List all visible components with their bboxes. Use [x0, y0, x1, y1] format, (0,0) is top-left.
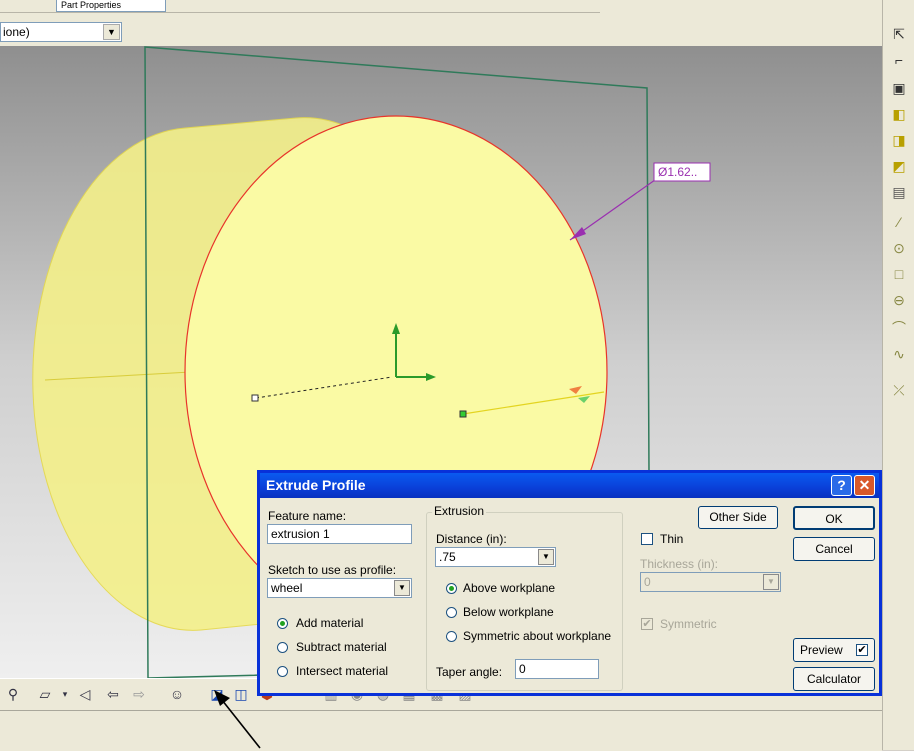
thickness-input[interactable]: 0 ▼ — [640, 572, 781, 592]
thickness-value: 0 — [644, 575, 651, 589]
filter-combo-value: ione) — [3, 25, 30, 39]
back-icon[interactable]: ◁ — [76, 685, 94, 703]
feature-name-input[interactable]: extrusion 1 — [267, 524, 412, 544]
calculator-button[interactable]: Calculator — [793, 667, 875, 691]
top-toolbar: Part Properties ione) ▼ — [0, 0, 882, 47]
thickness-label: Thickness (in): — [640, 557, 719, 571]
arc-icon[interactable]: ⌒ — [889, 318, 909, 338]
zoom-icon[interactable]: ⚲ — [4, 685, 22, 703]
rectangle-icon[interactable]: □ — [889, 264, 909, 284]
view-dropdown-icon[interactable]: ▾ — [56, 685, 74, 703]
sketch-toolbar: ⇱ ⌐ ▣ ◧ ◨ ◩ ▤ ⁄ ⊙ □ ⊖ ⌒ ∿ ⤫ — [882, 0, 914, 750]
taper-angle-label: Taper angle: — [436, 665, 503, 679]
other-side-button[interactable]: Other Side — [698, 506, 778, 529]
add-material-label[interactable]: Add material — [296, 616, 363, 630]
symmetric-workplane-label[interactable]: Symmetric about workplane — [463, 629, 611, 643]
extrude-icon[interactable]: ◧ — [889, 104, 909, 124]
preview-button[interactable]: Preview ✔ — [793, 638, 875, 662]
dialog-title: Extrude Profile — [260, 473, 879, 498]
back-arrow-icon[interactable]: ⇦ — [104, 685, 122, 703]
revolve-icon[interactable]: ◨ — [889, 130, 909, 150]
preview-label: Preview — [800, 643, 843, 657]
line-icon[interactable]: ⁄ — [889, 212, 909, 232]
subtract-material-radio[interactable] — [277, 642, 288, 653]
ellipse-icon[interactable]: ⊖ — [889, 290, 909, 310]
taper-angle-input[interactable]: 0 — [515, 659, 599, 679]
above-workplane-radio[interactable] — [446, 583, 457, 594]
sketch-icon[interactable]: ⌐ — [889, 50, 909, 70]
intersect-material-label[interactable]: Intersect material — [296, 664, 388, 678]
close-button[interactable]: ✕ — [854, 475, 875, 496]
part-properties-field[interactable]: Part Properties — [56, 0, 166, 12]
sketch-profile-select[interactable]: wheel ▼ — [267, 578, 412, 598]
symmetric-label: Symmetric — [660, 617, 717, 631]
select-icon[interactable]: ⇱ — [889, 24, 909, 44]
sketch-profile-value: wheel — [271, 581, 303, 595]
filter-combo[interactable]: ione) ▼ — [0, 22, 122, 42]
chevron-down-icon[interactable]: ▼ — [538, 549, 554, 565]
extrude-profile-dialog: Extrude Profile ? ✕ Feature name: extrus… — [257, 470, 882, 696]
thin-label[interactable]: Thin — [660, 532, 683, 546]
symmetric-checkbox[interactable]: ✔ — [641, 618, 653, 630]
symmetric-workplane-radio[interactable] — [446, 631, 457, 642]
circle-icon[interactable]: ⊙ — [889, 238, 909, 258]
chevron-down-icon[interactable]: ▼ — [103, 24, 120, 40]
workplane-icon[interactable]: ▣ — [889, 78, 909, 98]
subtract-material-label[interactable]: Subtract material — [296, 640, 387, 654]
below-workplane-label[interactable]: Below workplane — [463, 605, 554, 619]
distance-label: Distance (in): — [436, 532, 507, 546]
extrusion-group-title: Extrusion — [432, 504, 487, 518]
ok-button[interactable]: OK — [793, 506, 875, 530]
loft-icon[interactable]: ▤ — [889, 182, 909, 202]
smiley-icon[interactable]: ☺ — [168, 685, 186, 703]
below-workplane-radio[interactable] — [446, 607, 457, 618]
preview-checkbox[interactable]: ✔ — [856, 644, 868, 656]
sweep-icon[interactable]: ◩ — [889, 156, 909, 176]
status-bar — [0, 710, 882, 751]
feature-name-label: Feature name: — [268, 509, 347, 523]
workplane-tool-icon[interactable]: ⏥ — [36, 685, 54, 703]
chevron-down-icon[interactable]: ▼ — [763, 574, 779, 590]
trim-icon[interactable]: ⤫ — [889, 380, 909, 400]
distance-input[interactable]: .75 ▼ — [435, 547, 556, 567]
cancel-button[interactable]: Cancel — [793, 537, 875, 561]
help-button[interactable]: ? — [831, 475, 852, 496]
add-material-radio[interactable] — [277, 618, 288, 629]
above-workplane-label[interactable]: Above workplane — [463, 581, 555, 595]
distance-value: .75 — [439, 550, 456, 564]
spline-icon[interactable]: ∿ — [889, 344, 909, 364]
sketch-profile-label: Sketch to use as profile: — [268, 563, 397, 577]
thin-checkbox[interactable] — [641, 533, 653, 545]
diameter-dimension: Ø1.62.. — [658, 165, 697, 179]
top-toolbar-strip: Part Properties — [0, 0, 600, 13]
intersect-material-radio[interactable] — [277, 666, 288, 677]
chevron-down-icon[interactable]: ▼ — [394, 580, 410, 596]
forward-icon[interactable]: ⇨ — [130, 685, 148, 703]
